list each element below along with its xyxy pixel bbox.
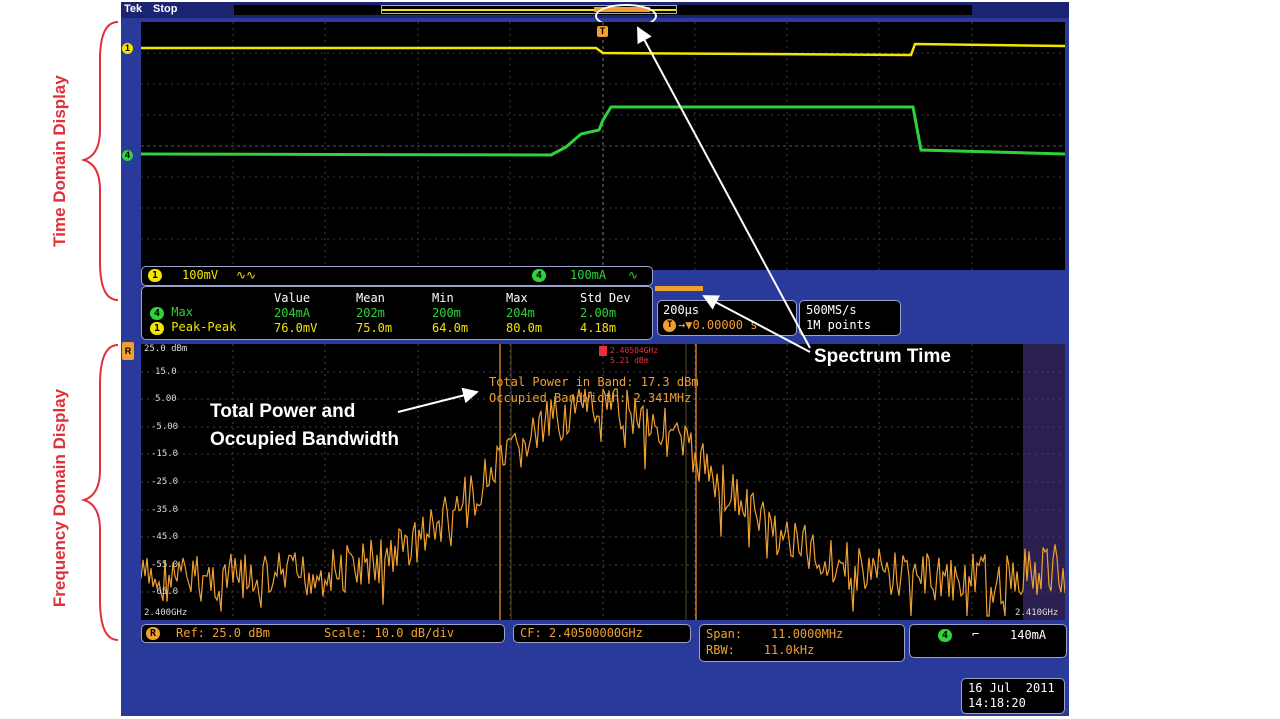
ch1-bandwidth-icon: ∿∿ [236, 268, 257, 282]
y-tick: -5.00 [151, 422, 179, 432]
ch4-bandwidth-icon: ∿ [628, 268, 639, 282]
rbw-value[interactable]: RBW: 11.0kHz [706, 643, 814, 657]
rf-reference-marker[interactable]: R [122, 342, 134, 360]
channel-scale-bar[interactable]: 1 100mV ∿∿ 4 100mA ∿ [141, 266, 653, 286]
timebase-panel[interactable]: 200µs T →▼0.00000 s [657, 300, 797, 336]
span-value[interactable]: Span: 11.0000MHz [706, 627, 843, 641]
brand-label: Tek [124, 3, 143, 15]
time: 14:18:20 [968, 696, 1026, 710]
ch4-ground-marker[interactable]: 4 [122, 150, 133, 161]
spectrum-time-bar [655, 286, 703, 291]
ch4-badge: 4 [532, 269, 547, 282]
rf-badge: R [146, 627, 161, 640]
measurement-std-dev: 2.00m [580, 305, 617, 320]
acquisition-status[interactable]: Stop [153, 3, 177, 15]
trigger-position-marker[interactable]: T [597, 26, 608, 37]
measurement-min: 64.0m [432, 320, 469, 335]
measurement-name: Peak-Peak [171, 320, 237, 334]
ch1-badge: 1 [150, 322, 165, 335]
occupied-bandwidth: Occupied Bandwidth: 2.341MHz [489, 391, 692, 405]
trigger-level[interactable]: 140mA [1010, 628, 1046, 642]
header-min: Min [432, 290, 454, 305]
time-domain-graticule [140, 22, 1066, 270]
marker-readout: 2.40504GHz 5.21 dBm [610, 346, 658, 366]
marker-frequency: 2.40504GHz [610, 346, 659, 355]
measurement-value: 76.0mV [274, 320, 318, 335]
measurement-max: 204m [506, 305, 535, 320]
measurement-mean: 202m [356, 305, 385, 320]
sample-rate: 500MS/s [806, 303, 857, 317]
ch4-badge: 4 [150, 307, 165, 320]
y-tick: -65.0 [151, 587, 179, 597]
center-frequency[interactable]: CF: 2.40500000GHz [520, 626, 643, 640]
x-stop-label: 2.410GHz [1015, 608, 1059, 618]
measurement-value: 204mA [274, 305, 311, 320]
x-start-label: 2.400GHz [144, 608, 188, 618]
y-tick: 15.0 [155, 367, 177, 377]
frequency-domain-bracket [80, 344, 119, 641]
center-frequency-panel[interactable]: CF: 2.40500000GHz [513, 624, 691, 643]
measurement-header-row: Value Mean Min Max Std Dev [144, 290, 637, 305]
total-power-in-band: Total Power in Band: 17.3 dBm [489, 375, 699, 389]
frequency-domain-screen: 25.0 dBm 15.0 5.00 -5.00 -15.0 -25.0 -35… [141, 344, 1065, 620]
ch1-badge: 1 [148, 269, 163, 282]
y-tick: -45.0 [151, 532, 179, 542]
date: 16 Jul 2011 [968, 681, 1055, 695]
header-max: Max [506, 290, 528, 305]
y-tick: -15.0 [151, 449, 179, 459]
measurement-min: 200m [432, 305, 461, 320]
ch1-ground-marker[interactable]: 1 [122, 43, 133, 54]
y-tick: 25.0 dBm [144, 344, 188, 354]
y-tick: 5.00 [155, 394, 177, 404]
marker-level: 5.21 dBm [610, 356, 649, 365]
peak-marker-icon[interactable] [599, 346, 607, 356]
measurement-row[interactable]: 1 Peak-Peak 76.0mV 75.0m 64.0m 80.0m 4.1… [144, 320, 637, 335]
measurement-std-dev: 4.18m [580, 320, 617, 335]
horizontal-position[interactable]: →▼0.00000 s [678, 318, 757, 332]
frequency-domain-label: Frequency Domain Display [50, 388, 69, 608]
total-power-callout-line2: Occupied Bandwidth [210, 429, 399, 450]
rf-reference-level[interactable]: Ref: 25.0 dBm [176, 626, 270, 640]
measurement-mean: 75.0m [356, 320, 393, 335]
header-std-dev: Std Dev [580, 290, 631, 305]
time-domain-label: Time Domain Display [50, 75, 69, 247]
time-domain-screen [140, 22, 1066, 270]
y-tick: -55.0 [151, 560, 179, 570]
date-time-panel: 16 Jul 2011 14:18:20 [961, 678, 1065, 714]
time-domain-bracket [80, 21, 119, 301]
header-value: Value [274, 290, 311, 305]
power-measurement-readout: Total Power in Band: 17.3 dBm Occupied B… [489, 374, 699, 406]
ch1-scale[interactable]: 100mV [182, 268, 218, 282]
total-power-callout: Total Power and Occupied Bandwidth [210, 398, 399, 454]
trigger-panel[interactable]: 4 ⌐ 140mA [909, 624, 1067, 658]
header-mean: Mean [356, 290, 385, 305]
measurement-name: Max [171, 305, 193, 319]
acquisition-panel[interactable]: 500MS/s 1M points [799, 300, 901, 336]
rf-reference-panel[interactable]: R Ref: 25.0 dBm Scale: 10.0 dB/div [141, 624, 505, 643]
measurement-max: 80.0m [506, 320, 543, 335]
trigger-badge: T [663, 319, 677, 332]
y-tick: -25.0 [151, 477, 179, 487]
trigger-slope-icon: ⌐ [972, 627, 980, 641]
y-tick: -35.0 [151, 505, 179, 515]
span-rbw-panel[interactable]: Span: 11.0000MHz RBW: 11.0kHz [699, 624, 905, 662]
ch4-scale[interactable]: 100mA [570, 268, 606, 282]
spectrum-time-callout: Spectrum Time [814, 346, 951, 367]
trigger-source-badge: 4 [938, 629, 953, 642]
record-length: 1M points [806, 318, 872, 332]
measurement-row[interactable]: 4 Max 204mA 202m 200m 204m 2.00m [144, 305, 637, 320]
total-power-callout-line1: Total Power and [210, 401, 356, 422]
horizontal-scale[interactable]: 200µs [663, 303, 699, 317]
rf-vertical-scale[interactable]: Scale: 10.0 dB/div [324, 626, 454, 640]
measurements-panel[interactable]: Value Mean Min Max Std Dev 4 Max 204mA 2… [141, 286, 653, 340]
